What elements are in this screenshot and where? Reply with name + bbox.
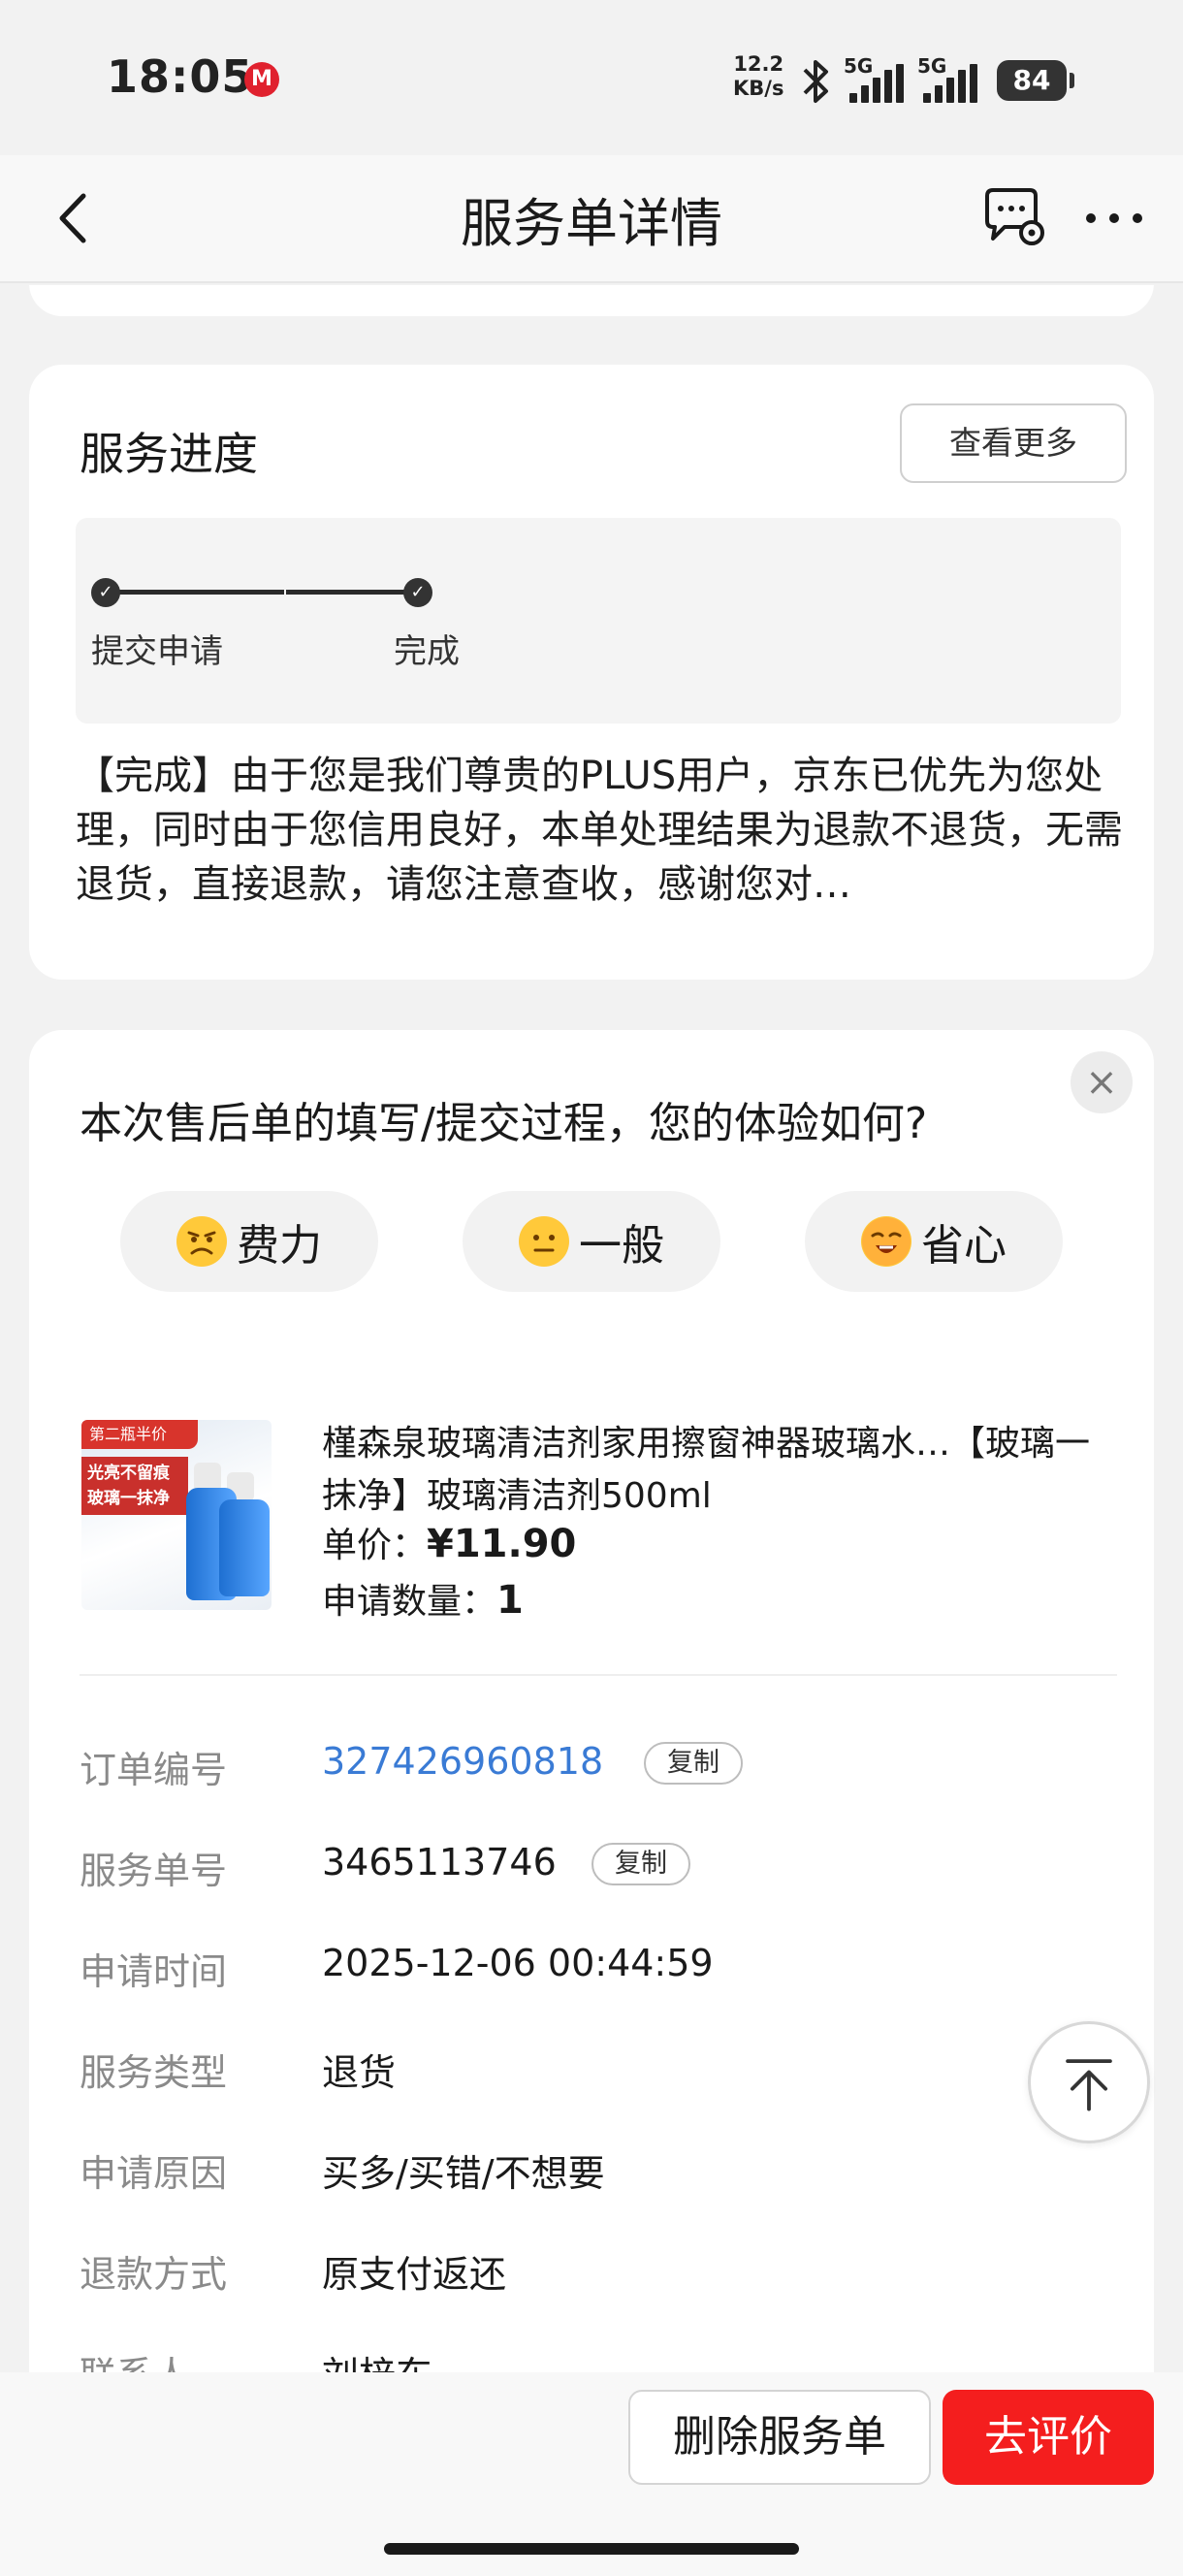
bottom-action-bar: 删除服务单 去评价 — [0, 2372, 1183, 2576]
info-row-contact: 联系人 刘梓东 — [80, 2345, 1117, 2372]
survey-choice-hard[interactable]: 费力 — [120, 1191, 378, 1292]
info-key: 服务类型 — [80, 2051, 228, 2094]
product-price: 单价：¥11.90 — [322, 1517, 576, 1567]
status-bar: 18:05 M 12.2 KB/s 5G 5G 84 — [0, 0, 1183, 155]
write-review-button[interactable]: 去评价 — [943, 2390, 1154, 2485]
scroll-content[interactable]: 服务进度 查看更多 ✓ ✓ 提交申请 完成 【完成】由于您是我们尊贵的PLUS用… — [0, 285, 1183, 2372]
status-time: 18:05 — [107, 50, 254, 103]
frowning-face-icon — [176, 1216, 227, 1267]
bottle-shape — [219, 1499, 270, 1596]
progress-line — [286, 590, 418, 595]
info-key: 退款方式 — [80, 2253, 228, 2296]
signal-sim2-icon: 5G — [917, 54, 987, 103]
progress-description[interactable]: 【完成】由于您是我们尊贵的PLUS用户，京东已优先为您处理，同时由于您信用良好，… — [76, 749, 1133, 912]
previous-card-stub — [29, 285, 1154, 316]
survey-choice-label: 费力 — [237, 1221, 322, 1271]
apply-reason-value: 买多/买错/不想要 — [322, 2152, 605, 2195]
survey-question: 本次售后单的填写/提交过程，您的体验如何? — [80, 1099, 928, 1148]
progress-steps: ✓ ✓ 提交申请 完成 — [76, 518, 1121, 724]
neutral-face-icon — [519, 1216, 569, 1267]
info-row-apply-time: 申请时间 2025-12-06 00:44:59 — [80, 1942, 1117, 2000]
info-key: 订单编号 — [80, 1749, 228, 1791]
survey-choice-neutral[interactable]: 一般 — [463, 1191, 720, 1292]
network-speed-value: 12.2 — [733, 52, 784, 76]
quantity-label: 申请数量： — [322, 1582, 497, 1622]
home-indicator[interactable] — [384, 2543, 799, 2555]
info-row-apply-reason: 申请原因 买多/买错/不想要 — [80, 2143, 1117, 2202]
carrier-logo-icon: M — [244, 62, 279, 97]
product-image[interactable]: 第二瓶半价 光亮不留痕 玻璃一抹净 — [81, 1420, 272, 1610]
delete-service-order-button[interactable]: 删除服务单 — [628, 2390, 931, 2485]
signal-sim1-icon: 5G — [844, 54, 913, 103]
scroll-to-top-icon[interactable] — [1028, 2021, 1150, 2143]
copy-service-number-button[interactable]: 复制 — [592, 1843, 690, 1885]
order-number-link[interactable]: 327426960818 — [322, 1740, 603, 1783]
quantity-value: 1 — [496, 1578, 524, 1623]
step-check-icon: ✓ — [403, 578, 432, 607]
service-type-value: 退货 — [322, 2051, 397, 2094]
price-value: ¥11.90 — [427, 1522, 577, 1566]
price-label: 单价： — [322, 1526, 428, 1565]
info-row-order-number: 订单编号 327426960818 复制 — [80, 1740, 1117, 1798]
network-speed-unit: KB/s — [733, 77, 784, 100]
step-label-complete: 完成 — [394, 632, 460, 671]
product-detail-card: 第二瓶半价 光亮不留痕 玻璃一抹净 槿森泉玻璃清洁剂家用擦窗神器玻璃水…【玻璃一… — [29, 1369, 1154, 2372]
more-options-icon[interactable] — [1076, 184, 1154, 252]
apply-time-value: 2025-12-06 00:44:59 — [322, 1942, 714, 1984]
step-check-icon: ✓ — [91, 578, 120, 607]
view-more-button[interactable]: 查看更多 — [900, 403, 1127, 483]
refund-method-value: 原支付返还 — [322, 2253, 507, 2296]
survey-choice-easy[interactable]: 省心 — [805, 1191, 1063, 1292]
info-key: 申请时间 — [80, 1950, 228, 1993]
relieved-face-icon — [861, 1216, 911, 1267]
nav-bar: 服务单详情 — [0, 155, 1183, 283]
contact-value: 刘梓东 — [322, 2345, 432, 2372]
network-speed: 12.2 KB/s — [733, 52, 783, 101]
progress-line — [107, 590, 284, 595]
progress-title: 服务进度 — [80, 428, 258, 480]
copy-order-number-button[interactable]: 复制 — [644, 1742, 743, 1785]
product-quantity: 申请数量：1 — [322, 1573, 524, 1624]
product-image-badge: 第二瓶半价 — [81, 1420, 198, 1449]
battery-icon: 84 — [997, 60, 1074, 101]
info-key: 联系人 — [80, 2345, 190, 2372]
survey-choice-label: 一般 — [579, 1221, 664, 1271]
product-image-banner: 光亮不留痕 玻璃一抹净 — [81, 1457, 188, 1515]
product-name[interactable]: 槿森泉玻璃清洁剂家用擦窗神器玻璃水…【玻璃一抹净】玻璃清洁剂500ml — [322, 1418, 1098, 1523]
divider — [80, 1674, 1117, 1676]
survey-choice-label: 省心 — [921, 1221, 1007, 1271]
customer-service-icon[interactable] — [979, 182, 1049, 252]
info-row-service-number: 服务单号 3465113746 复制 — [80, 1841, 1117, 1899]
close-icon[interactable]: × — [1071, 1051, 1133, 1113]
info-row-service-type: 服务类型 退货 — [80, 2043, 1117, 2101]
step-label-submit: 提交申请 — [91, 632, 223, 671]
bluetooth-icon — [803, 60, 828, 103]
info-key: 服务单号 — [80, 1850, 228, 1892]
info-row-refund-method: 退款方式 原支付返还 — [80, 2244, 1117, 2302]
service-progress-card: 服务进度 查看更多 ✓ ✓ 提交申请 完成 【完成】由于您是我们尊贵的PLUS用… — [29, 365, 1154, 980]
service-number-value: 3465113746 — [322, 1841, 557, 1884]
info-key: 申请原因 — [80, 2152, 228, 2195]
